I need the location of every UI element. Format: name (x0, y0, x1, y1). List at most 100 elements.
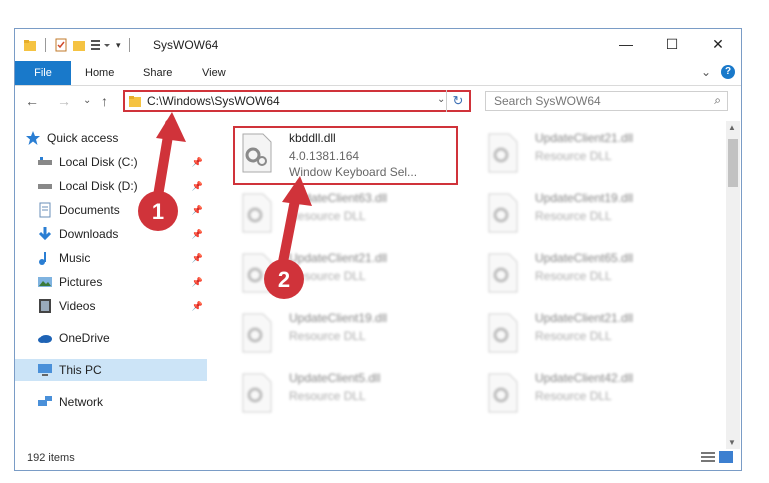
nav-label: Local Disk (C:) (59, 155, 138, 169)
file-description: Resource DLL (289, 269, 366, 283)
this-pc-icon (38, 364, 52, 376)
list-item[interactable]: UpdateClient63.dll Resource DLL (235, 187, 465, 241)
address-bar[interactable]: C:\Windows\SysWOW64 ⌄ ↻ (123, 90, 471, 112)
folder-icon (129, 96, 141, 107)
up-button[interactable]: ↑ (101, 93, 108, 109)
scrollbar-thumb[interactable] (728, 139, 738, 187)
vertical-scrollbar[interactable]: ▲ ▼ (726, 121, 740, 449)
back-button[interactable]: ← (25, 93, 39, 109)
address-row: ← → ⌄ ↑ C:\Windows\SysWOW64 ⌄ ↻ Search S… (15, 87, 741, 117)
new-folder-icon[interactable] (72, 38, 86, 52)
nav-item-network[interactable]: Network (37, 391, 207, 413)
properties-icon[interactable] (54, 38, 68, 52)
details-view-icon[interactable] (701, 451, 715, 463)
tab-view[interactable]: View (202, 61, 226, 85)
nav-item-onedrive[interactable]: OneDrive (37, 327, 207, 349)
network-icon (38, 396, 52, 406)
file-description: Resource DLL (289, 329, 366, 343)
tab-share[interactable]: Share (143, 61, 172, 85)
status-bar: 192 items (15, 448, 741, 470)
item-count: 192 items (27, 452, 75, 464)
address-dropdown-icon[interactable]: ⌄ (437, 94, 445, 105)
nav-label: Documents (59, 203, 120, 217)
music-icon (39, 252, 46, 265)
pictures-icon (38, 277, 52, 287)
dll-file-icon (488, 373, 518, 413)
pin-icon[interactable]: 📌 (192, 229, 203, 240)
nav-label: Videos (59, 299, 96, 313)
dll-file-icon (488, 253, 518, 293)
list-item[interactable]: UpdateClient21.dll Resource DLL (481, 127, 711, 181)
list-item[interactable]: UpdateClient65.dll Resource DLL (481, 247, 711, 301)
nav-item-this-pc[interactable]: This PC (15, 359, 207, 381)
expand-ribbon-icon[interactable]: ⌄ (701, 65, 711, 79)
search-icon[interactable]: ⌕ (714, 93, 721, 108)
ribbon-tabs: File Home Share View ⌄ ? (15, 61, 741, 86)
file-highlight-box (233, 126, 458, 185)
qat-dropdown-icon[interactable]: ▾ (116, 40, 121, 51)
customize-qat-icon[interactable] (90, 38, 112, 52)
folder-icon (24, 40, 36, 51)
file-description: Resource DLL (289, 389, 366, 403)
nav-label: Quick access (47, 131, 119, 145)
search-input[interactable]: Search SysWOW64 ⌕ (485, 91, 728, 111)
pin-icon[interactable]: 📌 (192, 181, 203, 192)
window-title: SysWOW64 (153, 38, 219, 52)
nav-label: Network (59, 395, 104, 409)
file-description: Resource DLL (289, 209, 366, 223)
nav-label: Downloads (59, 227, 119, 241)
list-item[interactable]: UpdateClient21.dll Resource DLL (481, 307, 711, 361)
recent-locations-button[interactable]: ⌄ (83, 95, 91, 106)
minimize-button[interactable]: — (603, 29, 649, 59)
divider (45, 38, 46, 52)
dll-file-icon (242, 313, 272, 353)
list-item[interactable]: UpdateClient19.dll Resource DLL (481, 187, 711, 241)
dll-file-icon (242, 373, 272, 413)
file-name: UpdateClient21.dll (535, 131, 634, 145)
large-icons-view-icon[interactable] (719, 451, 733, 463)
pin-icon[interactable]: 📌 (192, 301, 203, 312)
divider (128, 38, 130, 52)
tab-home[interactable]: Home (85, 61, 114, 85)
scroll-up-icon[interactable]: ▲ (728, 123, 736, 132)
close-button[interactable]: ✕ (695, 29, 741, 59)
view-toggles (701, 451, 733, 463)
nav-label: Local Disk (D:) (59, 179, 138, 193)
search-placeholder: Search SysWOW64 (494, 94, 601, 108)
dll-file-icon (242, 253, 272, 293)
file-description: Resource DLL (535, 269, 612, 283)
list-item[interactable]: UpdateClient42.dll Resource DLL (481, 367, 711, 421)
title-bar: ▾ SysWOW64 — ☐ ✕ (15, 29, 741, 61)
pin-icon[interactable]: 📌 (192, 157, 203, 168)
list-item[interactable]: UpdateClient21.dll Resource DLL (235, 247, 465, 301)
nav-item-quick-access[interactable]: Quick access (25, 127, 217, 149)
explorer-window: ▾ SysWOW64 — ☐ ✕ File Home Share View ⌄ … (14, 28, 742, 471)
pin-icon[interactable]: 📌 (192, 205, 203, 216)
pin-icon[interactable]: 📌 (192, 253, 203, 264)
nav-label: Music (59, 251, 91, 265)
pin-icon[interactable]: 📌 (192, 277, 203, 288)
nav-item-downloads[interactable]: Downloads 📌 (37, 223, 207, 245)
scroll-down-icon[interactable]: ▼ (728, 438, 736, 447)
list-item[interactable]: UpdateClient5.dll Resource DLL (235, 367, 465, 421)
file-description: Resource DLL (535, 329, 612, 343)
nav-item-music[interactable]: Music 📌 (37, 247, 207, 269)
dll-file-icon (488, 193, 518, 233)
address-path[interactable]: C:\Windows\SysWOW64 (147, 94, 280, 108)
tab-file[interactable]: File (15, 61, 71, 85)
nav-item-videos[interactable]: Videos 📌 (37, 295, 207, 317)
list-item[interactable]: UpdateClient19.dll Resource DLL (235, 307, 465, 361)
dll-file-icon (242, 193, 272, 233)
quick-access-toolbar: ▾ (23, 37, 134, 53)
nav-item-documents[interactable]: Documents 📌 (37, 199, 207, 221)
forward-button[interactable]: → (57, 93, 71, 109)
nav-item-local-disk-c[interactable]: Local Disk (C:) 📌 (37, 151, 207, 173)
maximize-button[interactable]: ☐ (649, 29, 695, 59)
nav-label: OneDrive (59, 331, 110, 345)
nav-item-local-disk-d[interactable]: Local Disk (D:) 📌 (37, 175, 207, 197)
refresh-button[interactable]: ↻ (446, 90, 469, 112)
nav-item-pictures[interactable]: Pictures 📌 (37, 271, 207, 293)
file-description: Resource DLL (535, 209, 612, 223)
help-icon[interactable]: ? (721, 65, 735, 79)
star-icon (26, 131, 40, 145)
